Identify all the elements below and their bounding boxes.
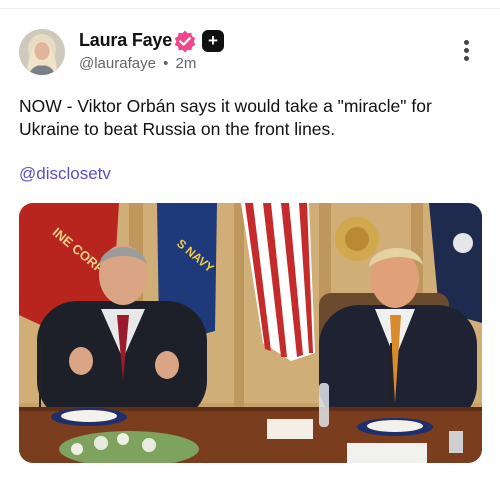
mention-link[interactable]: @disclosetv bbox=[19, 164, 111, 184]
author-meta: @laurafaye • 2m bbox=[79, 55, 196, 72]
timestamp[interactable]: 2m bbox=[176, 55, 197, 72]
plus-badge-icon: + bbox=[202, 30, 224, 52]
top-divider bbox=[0, 8, 500, 9]
verified-flower-icon bbox=[173, 29, 197, 53]
avatar[interactable] bbox=[19, 29, 65, 75]
author-handle[interactable]: @laurafaye bbox=[79, 55, 156, 72]
author-name[interactable]: Laura Faye bbox=[79, 30, 172, 51]
post-image[interactable]: INE CORPS S NAVY bbox=[19, 203, 482, 463]
more-vertical-icon[interactable] bbox=[461, 40, 471, 64]
post-text: NOW - Viktor Orbán says it would take a … bbox=[19, 96, 432, 139]
separator: • bbox=[163, 55, 169, 72]
